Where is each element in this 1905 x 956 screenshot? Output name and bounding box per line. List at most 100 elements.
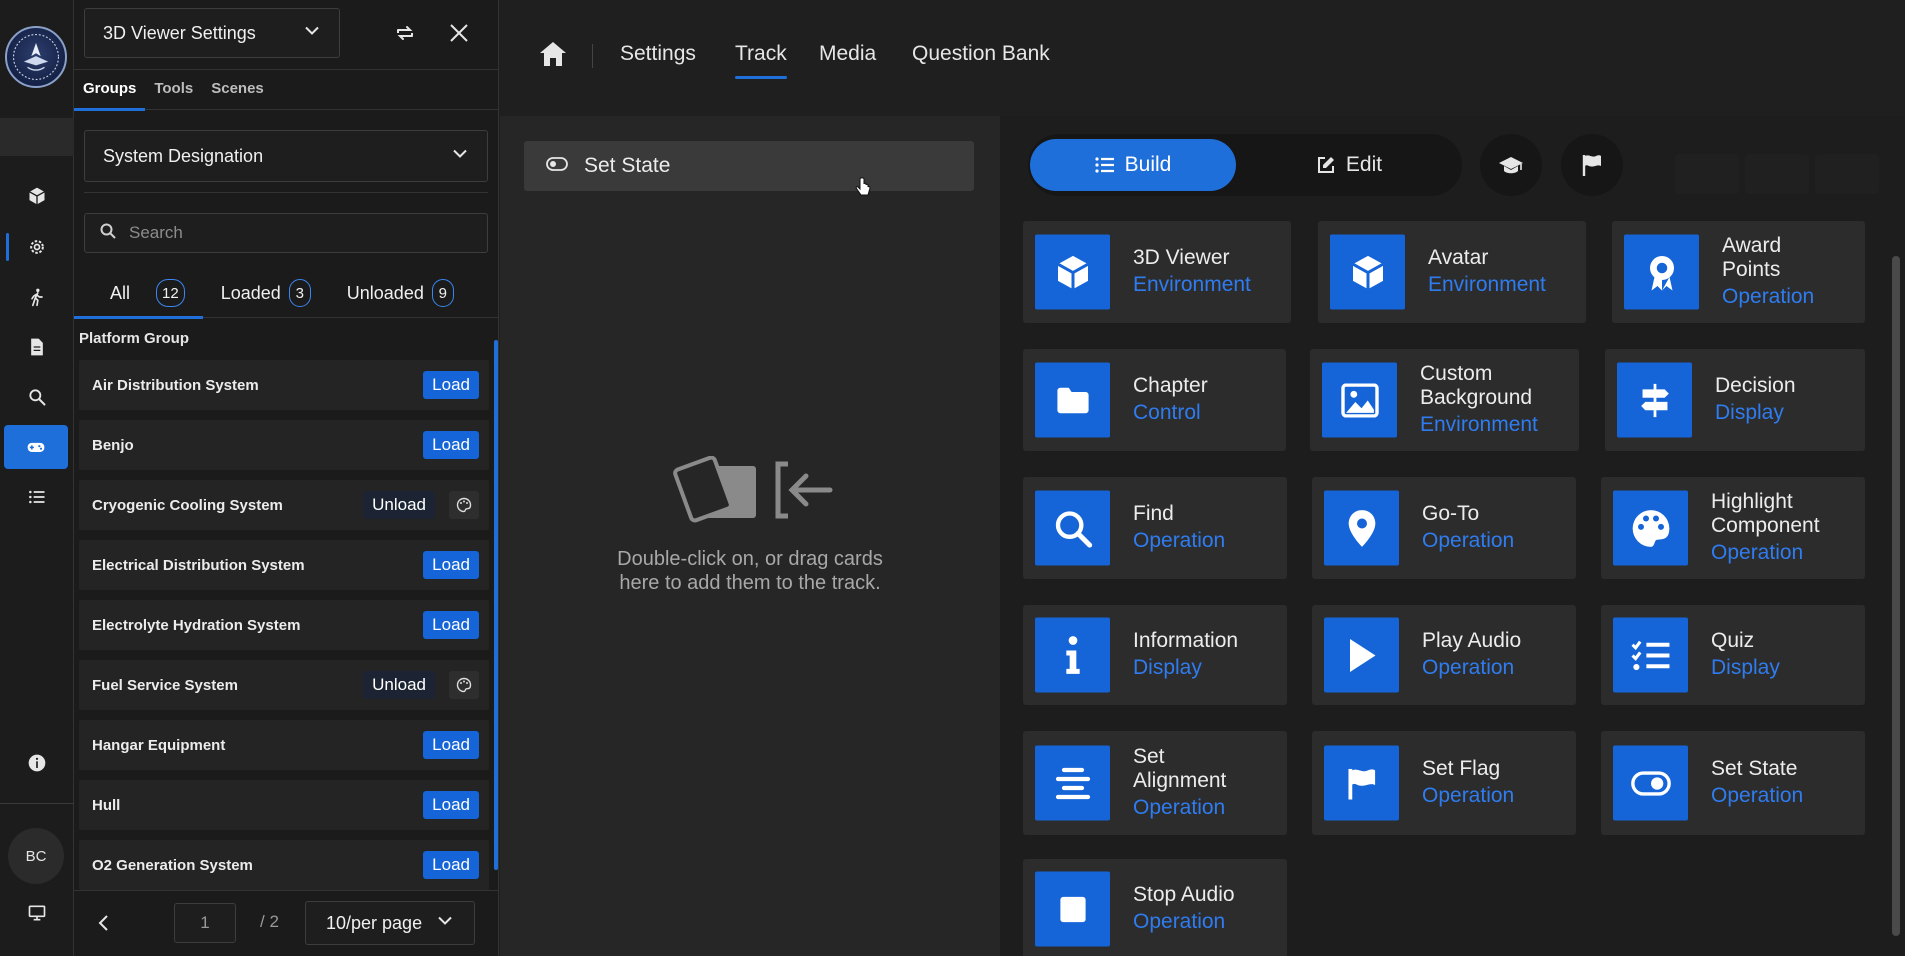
divider (84, 192, 488, 193)
list-item: Electrolyte Hydration System Load (79, 600, 489, 650)
close-icon[interactable] (444, 18, 474, 48)
item-name: Electrolyte Hydration System (92, 616, 301, 634)
card-quiz[interactable]: Quiz Display (1601, 605, 1865, 705)
list-item: Benjo Load (79, 420, 489, 470)
gear-icon[interactable] (0, 225, 74, 269)
logo (5, 26, 67, 88)
palette-icon[interactable] (449, 671, 479, 699)
card-find[interactable]: Find Operation (1023, 477, 1287, 579)
card-library: Build Edit 3D Viewer Environment Avatar En… (1000, 116, 1905, 956)
tab-media[interactable]: Media (819, 42, 876, 66)
walking-icon[interactable] (0, 275, 74, 319)
tab-track[interactable]: Track (735, 42, 787, 79)
card-stop-audio[interactable]: Stop Audio Operation (1023, 859, 1287, 956)
load-button[interactable]: Load (423, 851, 479, 879)
card-category: Environment (1133, 273, 1251, 296)
card-chapter[interactable]: Chapter Control (1023, 349, 1286, 451)
card-category: Environment (1420, 413, 1538, 436)
card-3d-viewer[interactable]: 3D Viewer Environment (1023, 221, 1291, 323)
filter-loaded-label: Loaded (220, 282, 281, 303)
tab-groups[interactable]: Groups (74, 72, 146, 111)
card-title: 3D Viewer (1133, 246, 1230, 269)
card-title: Decision (1715, 374, 1796, 397)
chevron-down-icon (303, 22, 321, 45)
card-go-to[interactable]: Go-To Operation (1312, 477, 1576, 579)
card-title: Custom Background (1420, 362, 1533, 409)
list-scrollbar[interactable] (494, 340, 498, 870)
card-set-state[interactable]: Set State Operation (1601, 731, 1865, 835)
filter-loaded[interactable]: Loaded 3 (203, 268, 311, 318)
filter-unloaded[interactable]: Unloaded 9 (311, 268, 454, 318)
monitor-icon[interactable] (0, 891, 74, 935)
card-category: Control (1133, 401, 1201, 424)
search-field[interactable] (84, 213, 488, 253)
card-custom-background[interactable]: Custom Background Environment (1310, 349, 1579, 451)
tab-scenes[interactable]: Scenes (202, 72, 273, 110)
chevron-left-icon[interactable] (92, 911, 116, 935)
card-award-points[interactable]: Award Points Operation (1612, 221, 1865, 323)
edit-button[interactable]: Edit (1246, 139, 1452, 191)
rail-band (0, 118, 74, 156)
page-input[interactable]: 1 (174, 903, 236, 943)
system-designation-select[interactable]: System Designation (84, 130, 488, 182)
graduation-cap-icon[interactable] (1480, 134, 1542, 196)
palette-icon[interactable] (449, 491, 479, 519)
list-item: Cryogenic Cooling System Unload (79, 480, 489, 530)
card-set-alignment[interactable]: Set Alignment Operation (1023, 731, 1287, 835)
track-card-set-state[interactable]: Set State (524, 141, 974, 196)
tab-question-bank[interactable]: Question Bank (912, 42, 1050, 66)
drop-zone[interactable]: Double-click on, or drag cards here to a… (600, 455, 900, 595)
list-item: Hangar Equipment Load (79, 720, 489, 770)
card-category: Operation (1722, 285, 1815, 308)
filter-all[interactable]: All 12 (74, 268, 203, 319)
list-item: Air Distribution System Load (79, 360, 489, 410)
toggle-icon (546, 156, 568, 176)
group-heading: Platform Group (79, 330, 190, 347)
chevron-down-icon (451, 145, 469, 168)
load-button[interactable]: Load (423, 791, 479, 819)
gamepad-icon[interactable] (4, 425, 68, 469)
load-button[interactable]: Load (423, 371, 479, 399)
list-item: Hull Load (79, 780, 489, 830)
load-button[interactable]: Load (423, 731, 479, 759)
card-avatar[interactable]: Avatar Environment (1318, 221, 1586, 323)
play-icon (1324, 617, 1399, 693)
load-button[interactable]: Load (423, 551, 479, 579)
card-play-audio[interactable]: Play Audio Operation (1312, 605, 1576, 705)
list-icon[interactable] (0, 475, 74, 519)
cube-icon (1035, 234, 1110, 310)
top-nav: Settings Track Media Question Bank (500, 0, 1905, 116)
flag-icon[interactable] (1561, 134, 1623, 196)
load-button[interactable]: Load (423, 611, 479, 639)
checklist-icon (1613, 617, 1688, 693)
filter-unloaded-count: 9 (431, 279, 454, 307)
info-icon[interactable] (0, 741, 74, 785)
search-input[interactable] (129, 223, 469, 243)
mode-toggle: Build Edit (1028, 134, 1462, 196)
build-button[interactable]: Build (1030, 139, 1236, 191)
nav-separator (592, 44, 593, 68)
avatar[interactable]: BC (8, 828, 64, 884)
cards-scrollbar[interactable] (1892, 256, 1900, 936)
card-set-flag[interactable]: Set Flag Operation (1312, 731, 1576, 835)
track-area[interactable]: Set State Double-click on, or drag cards… (500, 116, 1000, 956)
home-icon[interactable] (538, 40, 568, 73)
unload-button[interactable]: Unload (363, 671, 435, 699)
viewer-settings-dropdown[interactable]: 3D Viewer Settings (84, 8, 340, 58)
document-icon[interactable] (0, 325, 74, 369)
tab-settings[interactable]: Settings (620, 42, 696, 66)
rail-divider (0, 803, 74, 804)
load-button[interactable]: Load (423, 431, 479, 459)
groups-panel: 3D Viewer Settings Groups Tools Scenes S… (74, 0, 499, 956)
card-category: Operation (1711, 541, 1804, 564)
card-title: Information (1133, 629, 1239, 652)
card-highlight-component[interactable]: Highlight Component Operation (1601, 477, 1865, 579)
refresh-icon[interactable] (390, 18, 420, 48)
card-information[interactable]: Information Display (1023, 605, 1287, 705)
unload-button[interactable]: Unload (363, 491, 435, 519)
cube-icon[interactable] (0, 174, 74, 218)
search-icon[interactable] (0, 375, 74, 419)
per-page-select[interactable]: 10/per page (305, 901, 475, 945)
card-decision[interactable]: Decision Display (1605, 349, 1865, 451)
tab-tools[interactable]: Tools (145, 72, 202, 110)
